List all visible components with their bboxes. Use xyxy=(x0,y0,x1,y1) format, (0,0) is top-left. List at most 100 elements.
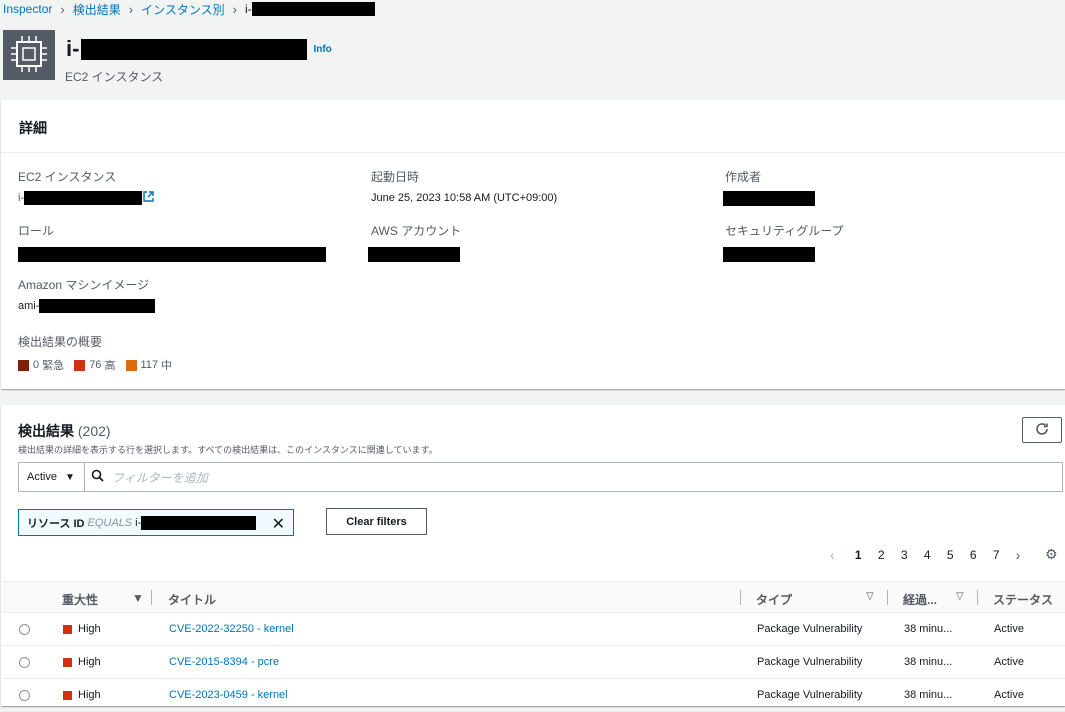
redacted-block xyxy=(18,246,326,262)
pagination: ‹ 1 2 3 4 5 6 7 › xyxy=(830,546,1020,564)
role-field: ロール xyxy=(18,222,326,262)
security-group-label: セキュリティグループ xyxy=(725,224,844,238)
ec2-instance-field: EC2 インスタンス i- xyxy=(18,168,154,205)
chevron-right-icon: › xyxy=(128,1,134,17)
page-header: i- Info EC2 インスタンス xyxy=(0,28,1065,92)
ec2-instance-link[interactable]: i- xyxy=(18,191,154,205)
row-radio[interactable] xyxy=(19,624,30,635)
finding-title-link[interactable]: CVE-2015-8394 - pcre xyxy=(169,656,279,668)
type-cell: Package Vulnerability xyxy=(757,656,863,668)
col-severity[interactable]: 重大性 xyxy=(62,591,98,608)
page-title: i- Info xyxy=(66,36,332,61)
redacted-block xyxy=(81,38,308,60)
table-row[interactable]: High CVE-2022-32250 - kernel Package Vul… xyxy=(2,613,1065,646)
findings-title: 検出結果 (202) xyxy=(18,423,111,439)
table-row[interactable]: High CVE-2015-8394 - pcre Package Vulner… xyxy=(2,646,1065,679)
status-select[interactable]: Active ▼ xyxy=(19,463,85,491)
age-cell: 38 minu... xyxy=(904,689,953,701)
ec2-instance-icon xyxy=(3,30,55,80)
col-type[interactable]: タイプ xyxy=(756,591,792,608)
info-link[interactable]: Info xyxy=(313,44,331,55)
launch-time-label: 起動日時 xyxy=(371,170,420,184)
type-cell: Package Vulnerability xyxy=(757,689,863,701)
ec2-instance-label: EC2 インスタンス xyxy=(18,170,117,184)
filter-placeholder: フィルターを追加 xyxy=(112,470,208,485)
refresh-button[interactable] xyxy=(1022,417,1062,443)
sort-desc-icon[interactable]: ▼ xyxy=(132,591,144,605)
redacted-block xyxy=(39,299,156,313)
col-age[interactable]: 経過... xyxy=(903,591,937,608)
launch-time-field: 起動日時 June 25, 2023 10:58 AM (UTC+09:00) xyxy=(371,168,557,205)
severity-cell: High xyxy=(63,623,101,635)
col-title[interactable]: タイトル xyxy=(168,591,216,608)
chevron-right-icon[interactable]: › xyxy=(1016,547,1021,563)
finding-title-link[interactable]: CVE-2022-32250 - kernel xyxy=(169,623,294,635)
filter-bar: Active ▼ フィルターを追加 xyxy=(18,462,1063,492)
table-header: 重大性 ▼ タイトル タイプ ▽ 経過... ▽ ステータス xyxy=(2,581,1065,613)
redacted-block xyxy=(24,191,143,205)
filter-token: リソース ID EQUALS i- ✕ xyxy=(18,509,294,536)
findings-summary-field: 検出結果の概要 0 緊急 76 高 117 中 xyxy=(18,333,182,373)
breadcrumb-inspector[interactable]: Inspector xyxy=(3,2,52,16)
severity-high: 76 高 xyxy=(74,357,116,373)
external-link-icon xyxy=(143,191,154,205)
status-cell: Active xyxy=(994,656,1024,668)
breadcrumb-by-instance[interactable]: インスタンス別 xyxy=(141,1,225,18)
status-cell: Active xyxy=(994,623,1024,635)
type-cell: Package Vulnerability xyxy=(757,623,863,635)
aws-account-label: AWS アカウント xyxy=(371,224,462,238)
gear-icon[interactable]: ⚙ xyxy=(1045,546,1058,563)
details-panel: 詳細 EC2 インスタンス i- 起動日時 June 25, 2023 10:5… xyxy=(1,100,1065,389)
redacted-block xyxy=(723,190,815,206)
creator-field: 作成者 xyxy=(723,168,815,206)
page-3[interactable]: 3 xyxy=(893,548,916,562)
clear-filters-button[interactable]: Clear filters xyxy=(326,508,427,535)
breadcrumb-current: i- xyxy=(245,2,375,17)
chevron-right-icon: › xyxy=(232,1,237,17)
redacted-block xyxy=(368,246,460,262)
page-subtitle: EC2 インスタンス xyxy=(65,70,164,84)
filter-input[interactable]: フィルターを追加 xyxy=(85,463,1062,491)
severity-cell: High xyxy=(63,656,101,668)
creator-label: 作成者 xyxy=(725,170,762,184)
page-6[interactable]: 6 xyxy=(962,548,985,562)
page-7[interactable]: 7 xyxy=(985,548,1008,562)
redacted-block xyxy=(723,246,815,262)
search-icon xyxy=(91,469,104,485)
severity-medium: 117 中 xyxy=(125,357,172,373)
col-status[interactable]: ステータス xyxy=(993,591,1053,608)
sort-icon[interactable]: ▽ xyxy=(956,591,964,602)
breadcrumb: Inspector › 検出結果 › インスタンス別 › i- xyxy=(3,0,375,18)
redacted-block xyxy=(251,2,375,17)
chevron-left-icon[interactable]: ‹ xyxy=(830,547,835,563)
page-5[interactable]: 5 xyxy=(939,548,962,562)
status-cell: Active xyxy=(994,689,1024,701)
severity-cell: High xyxy=(63,689,101,701)
launch-time-value: June 25, 2023 10:58 AM (UTC+09:00) xyxy=(371,192,558,204)
breadcrumb-findings[interactable]: 検出結果 xyxy=(73,1,121,18)
chevron-right-icon: › xyxy=(60,1,65,17)
finding-title-link[interactable]: CVE-2023-0459 - kernel xyxy=(169,689,288,701)
age-cell: 38 minu... xyxy=(904,656,953,668)
close-icon[interactable]: ✕ xyxy=(272,514,285,534)
severity-summary: 0 緊急 76 高 117 中 xyxy=(18,357,182,373)
findings-table: 重大性 ▼ タイトル タイプ ▽ 経過... ▽ ステータス High CVE-… xyxy=(2,581,1065,712)
refresh-icon xyxy=(1035,422,1049,439)
table-row[interactable]: High CVE-2023-0459 - kernel Package Vuln… xyxy=(2,679,1065,712)
page-1[interactable]: 1 xyxy=(847,548,870,562)
security-group-field: セキュリティグループ xyxy=(723,222,844,262)
ami-label: Amazon マシンイメージ xyxy=(18,278,150,292)
page-2[interactable]: 2 xyxy=(870,548,893,562)
severity-critical: 0 緊急 xyxy=(18,357,64,373)
role-label: ロール xyxy=(18,224,55,238)
caret-down-icon: ▼ xyxy=(64,471,75,483)
row-radio[interactable] xyxy=(19,657,30,668)
redacted-block xyxy=(141,515,257,530)
age-cell: 38 minu... xyxy=(904,623,953,635)
row-radio[interactable] xyxy=(19,690,30,701)
sort-icon[interactable]: ▽ xyxy=(866,591,874,602)
ami-field: Amazon マシンイメージ ami- xyxy=(18,276,156,313)
details-title: 詳細 xyxy=(1,100,1065,153)
page-4[interactable]: 4 xyxy=(916,548,939,562)
findings-panel: 検出結果 (202) 検出結果の詳細を表示する行を選択します。すべての検出結果は… xyxy=(1,405,1065,712)
